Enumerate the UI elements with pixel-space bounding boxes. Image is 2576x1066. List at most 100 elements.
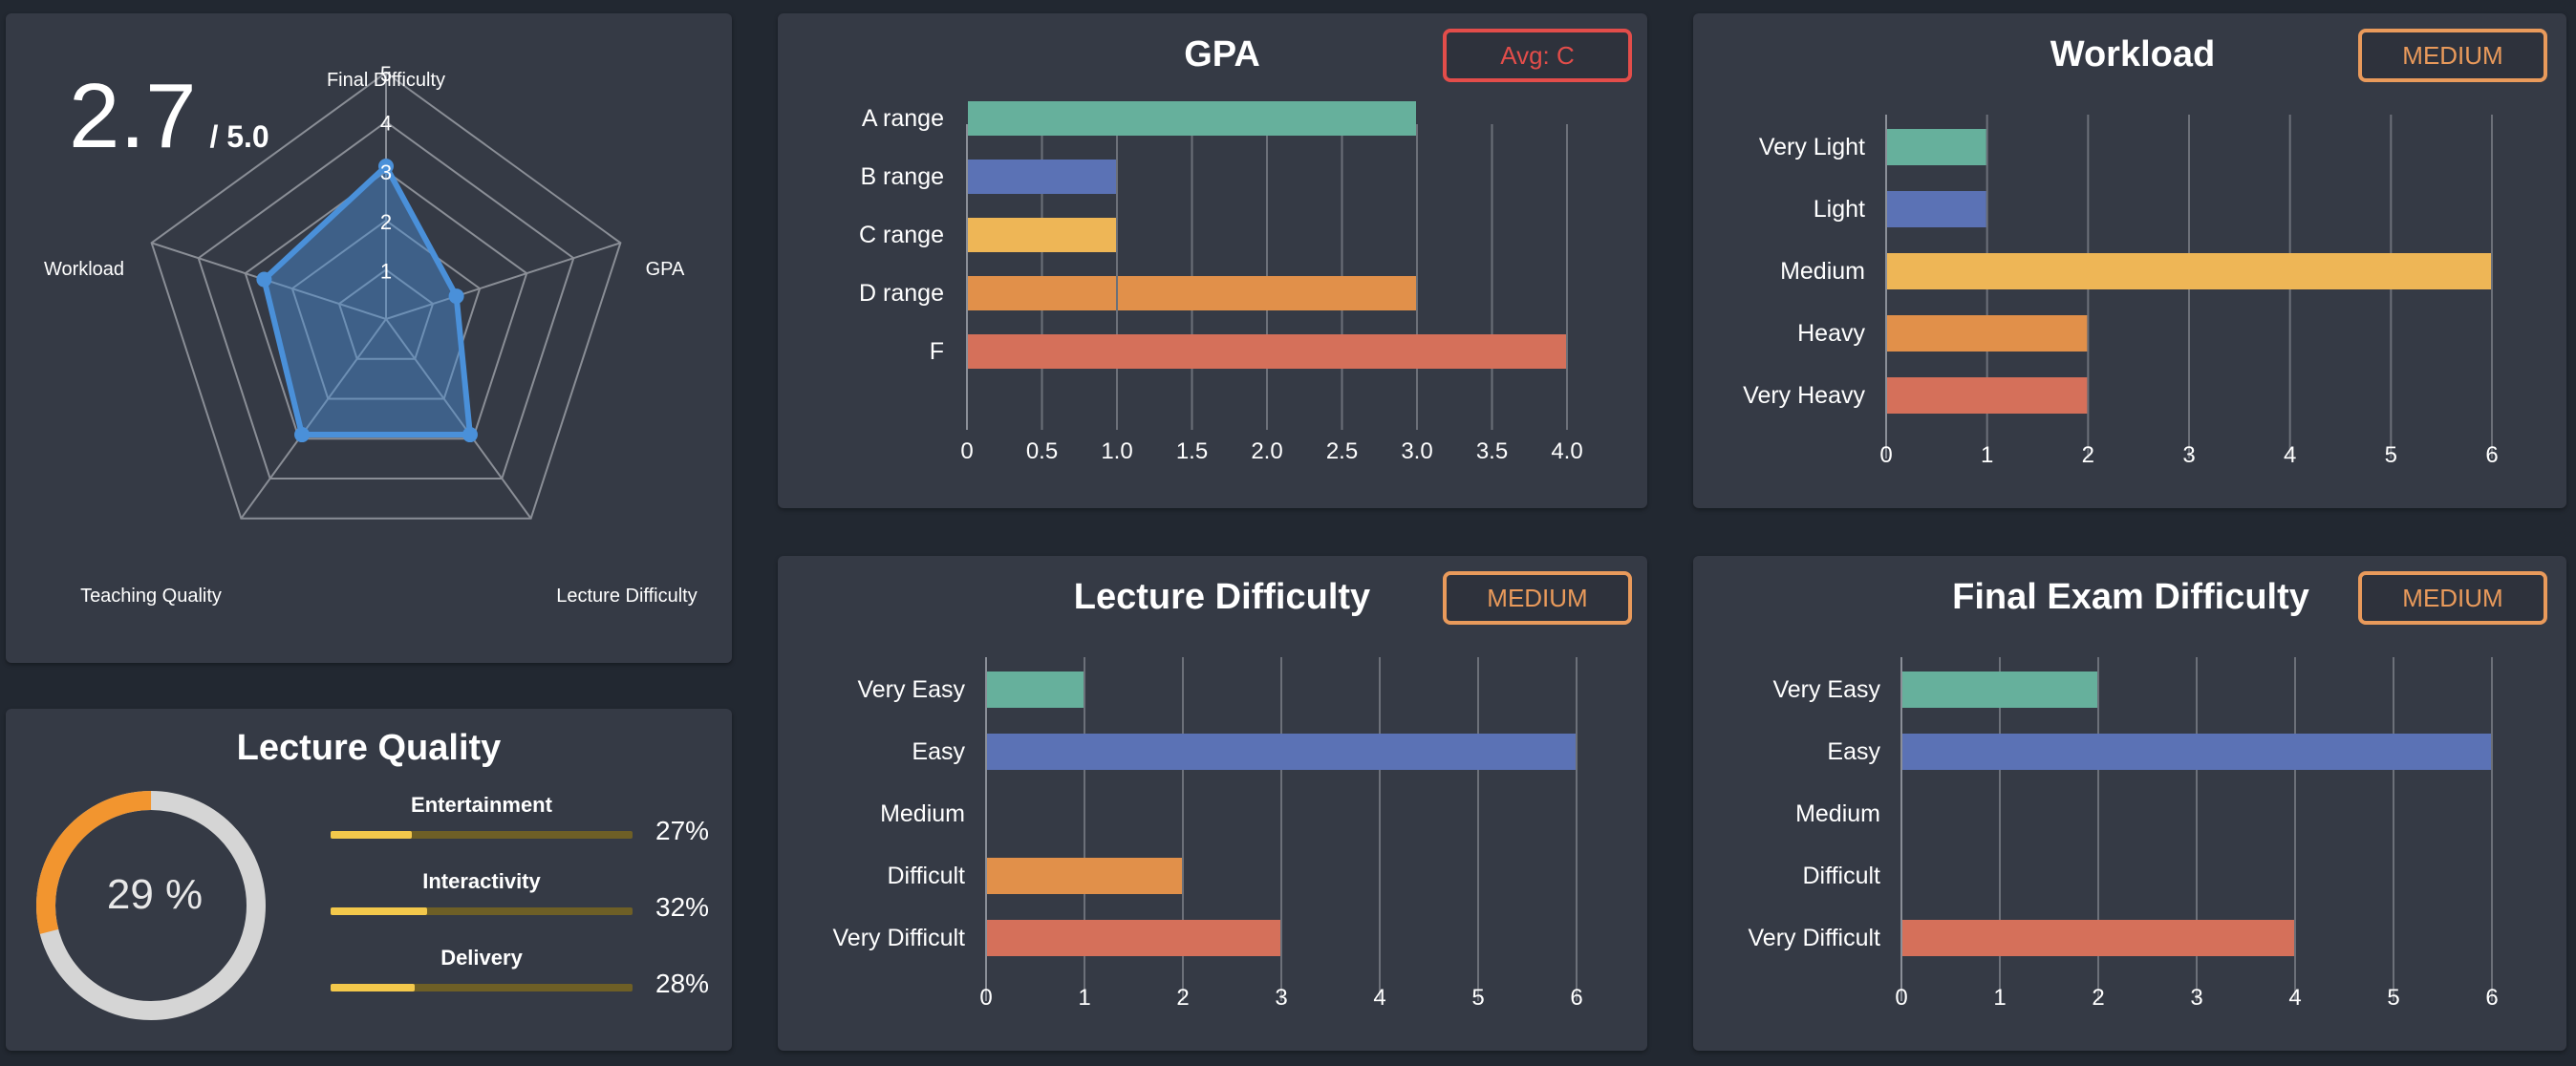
bar (1902, 920, 2294, 956)
category-label: D range (859, 280, 944, 307)
category-label: A range (862, 105, 944, 132)
bar (968, 160, 1116, 194)
x-tick-label: 4.0 (1551, 438, 1582, 464)
x-tick-label: 5 (1471, 985, 1484, 1011)
category-label: Easy (912, 738, 965, 765)
bar (968, 334, 1566, 369)
category-label: B range (860, 163, 944, 190)
x-tick-label: 2.0 (1251, 438, 1282, 464)
category-label: Very Easy (857, 676, 965, 703)
category-label: Light (1814, 196, 1865, 223)
radar-axis-label: Teaching Quality (80, 586, 222, 607)
category-label: Very Light (1759, 134, 1865, 160)
x-tick-label: 5 (2387, 985, 2399, 1011)
x-tick-label: 0 (960, 438, 973, 464)
quality-bar-fill (331, 831, 413, 839)
bar (987, 858, 1182, 894)
radar-point (448, 288, 464, 305)
bar (968, 218, 1116, 252)
quality-bar (331, 984, 633, 991)
x-tick-label: 3 (2182, 442, 2195, 468)
x-tick-label: 2 (2082, 442, 2094, 468)
x-tick-label: 4 (1373, 985, 1385, 1011)
x-tick-label: 1.5 (1176, 438, 1208, 464)
x-tick-label: 1 (1981, 442, 1993, 468)
lecture-quality-card: Lecture Quality 29 % Entertainment 27% I… (6, 709, 732, 1051)
radar-point (294, 427, 311, 443)
bar (1887, 129, 1986, 165)
x-tick-label: 0 (1879, 442, 1892, 468)
category-label: Medium (1780, 258, 1865, 285)
x-tick-label: 4 (2288, 985, 2301, 1011)
bar (1902, 672, 2097, 708)
category-label: Medium (1795, 800, 1880, 827)
quality-bar (331, 907, 633, 915)
quality-percent: 32% (655, 892, 710, 922)
gpa-chart: 0 0.5 1.0 1.5 2.0 2.5 3.0 3.5 4.0 A range B range C… (859, 101, 1583, 464)
workload-card: Workload MEDIUM 0 1 2 3 4 5 6 Very Light Light Me… (1693, 13, 2566, 508)
radar-point (256, 271, 272, 288)
category-label: Very Heavy (1743, 382, 1865, 409)
bar (1902, 734, 2491, 770)
bar (987, 734, 1576, 770)
category-label: Heavy (1797, 320, 1865, 347)
bar (1887, 315, 2088, 352)
category-label: C range (859, 222, 944, 248)
bar (1887, 191, 1986, 227)
bar (1887, 377, 2088, 414)
radar-area (261, 163, 473, 438)
bar (987, 920, 1280, 956)
x-tick-label: 2 (2092, 985, 2104, 1011)
bar (968, 276, 1116, 310)
radar-axis-label: Final Difficulty (327, 70, 445, 91)
radar-tick-label: 3 (380, 160, 392, 184)
x-tick-label: 2 (1176, 985, 1189, 1011)
x-tick-label: 6 (2485, 442, 2498, 468)
quality-label: Entertainment (411, 793, 552, 817)
quality-percent: 28% (655, 969, 710, 998)
x-tick-label: 3 (1275, 985, 1287, 1011)
radar-axis-label: GPA (646, 259, 685, 280)
workload-chart: 0 1 2 3 4 5 6 Very Light Light Medium Heavy Very He… (1743, 115, 2499, 468)
quality-item-delivery: Delivery 28% (331, 946, 713, 998)
bar (987, 672, 1084, 708)
x-tick-label: 0.5 (1026, 438, 1058, 464)
quality-item-entertainment: Entertainment 27% (331, 793, 713, 845)
lecture-difficulty-chart: 0 1 2 3 4 5 6 Very Easy Easy Medium Difficult Very … (833, 657, 1583, 1011)
overall-score: 2.7 / 5.0 (69, 71, 269, 162)
score-max: / 5.0 (209, 119, 269, 154)
x-tick-label: 6 (1570, 985, 1582, 1011)
category-label: Difficult (1802, 863, 1880, 889)
quality-item-interactivity: Interactivity 32% (331, 869, 713, 922)
radar-tick-label: 1 (380, 259, 392, 283)
category-label: Difficult (887, 863, 965, 889)
x-tick-label: 3 (2190, 985, 2202, 1011)
quality-bar-fill (331, 984, 416, 991)
x-tick-label: 3.0 (1401, 438, 1432, 464)
bar (1887, 253, 2491, 289)
category-label: Easy (1827, 738, 1880, 765)
quality-bar (331, 831, 633, 839)
quality-label: Interactivity (422, 869, 541, 893)
radar-tick-label: 2 (380, 210, 392, 234)
radar-card: 1 2 3 4 5 Final Difficulty GPA Lecture Difficul… (6, 13, 732, 663)
gpa-card: GPA Avg: C 0 0.5 1.0 1.5 2.0 2.5 3.0 3.5 4.0 A ra… (778, 13, 1647, 508)
lecture-difficulty-card: Lecture Difficulty MEDIUM 0 1 2 3 4 5 6 Very Ea… (778, 556, 1647, 1051)
x-tick-label: 2.5 (1326, 438, 1358, 464)
quality-label: Delivery (440, 946, 523, 970)
x-tick-label: 1.0 (1101, 438, 1132, 464)
x-tick-label: 4 (2284, 442, 2296, 468)
score-value: 2.7 (69, 65, 197, 167)
radar-tick-label: 4 (380, 112, 392, 136)
quality-percent: 27% (655, 816, 710, 845)
category-label: Very Difficult (1749, 925, 1881, 951)
radar-axis-label: Lecture Difficulty (556, 586, 697, 607)
donut-percent: 29 % (106, 871, 204, 918)
final-difficulty-card: Final Exam Difficulty MEDIUM 0 1 2 3 4 5 6 Very… (1693, 556, 2566, 1051)
bar (1118, 276, 1416, 310)
quality-bar-fill (331, 907, 428, 915)
x-tick-label: 3.5 (1476, 438, 1508, 464)
x-tick-label: 0 (979, 985, 992, 1011)
x-tick-label: 0 (1895, 985, 1907, 1011)
category-label: Very Easy (1772, 676, 1880, 703)
